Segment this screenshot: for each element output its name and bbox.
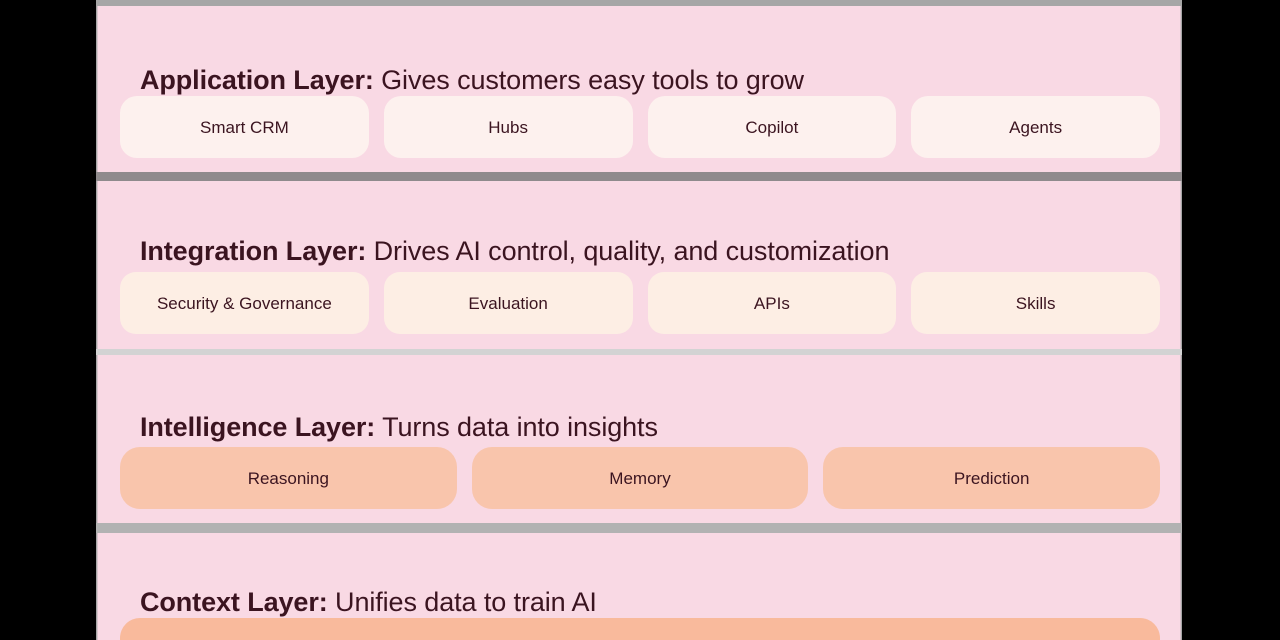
chip-memory[interactable]: Memory	[471, 447, 809, 509]
layer-title-application: Application Layer: Gives customers easy …	[140, 64, 804, 96]
chip-skills[interactable]: Skills	[911, 272, 1160, 334]
chip-label: Memory	[609, 468, 671, 488]
layer-description-application: Gives customers easy tools to grow	[373, 65, 804, 96]
layer-name-intelligence: Intelligence Layer:	[140, 412, 376, 443]
layer-panel-application: Application Layer: Gives customers easy …	[97, 6, 1181, 172]
chip-context-primary[interactable]	[120, 618, 1160, 640]
layer-title-context: Context Layer: Unifies data to train AI	[140, 586, 597, 618]
layer-title-integration: Integration Layer: Drives AI control, qu…	[140, 235, 889, 267]
chip-copilot[interactable]: Copilot	[647, 96, 897, 158]
layer-panel-integration: Integration Layer: Drives AI control, qu…	[97, 181, 1181, 349]
chip-agents[interactable]: Agents	[911, 96, 1160, 158]
chip-label: Agents	[1009, 117, 1063, 137]
chip-row-intelligence: Reasoning Memory Prediction	[120, 447, 1161, 509]
chip-label: Copilot	[745, 117, 799, 137]
chip-label: Prediction	[953, 468, 1030, 488]
layer-description-context: Unifies data to train AI	[327, 587, 597, 618]
slide-content-column: Application Layer: Gives customers easy …	[96, 0, 1182, 640]
chip-label: Evaluation	[468, 293, 548, 313]
chip-security-governance[interactable]: Security & Governance	[120, 272, 369, 334]
chip-row-integration: Security & Governance Evaluation APIs Sk…	[120, 272, 1160, 334]
layer-title-intelligence: Intelligence Layer: Turns data into insi…	[140, 411, 658, 443]
layer-panel-intelligence: Intelligence Layer: Turns data into insi…	[97, 355, 1181, 523]
chip-apis[interactable]: APIs	[647, 272, 897, 334]
chip-smart-crm[interactable]: Smart CRM	[120, 96, 369, 158]
layer-divider-1	[96, 172, 1182, 181]
chip-evaluation[interactable]: Evaluation	[383, 272, 633, 334]
chip-label: Hubs	[488, 117, 528, 137]
layer-divider-3	[96, 523, 1182, 533]
layer-description-intelligence: Turns data into insights	[375, 412, 658, 443]
layer-name-application: Application Layer:	[140, 65, 374, 96]
slide-stage: Application Layer: Gives customers easy …	[0, 0, 1280, 640]
layer-description-integration: Drives AI control, quality, and customiz…	[366, 236, 890, 267]
chip-row-context	[120, 618, 1160, 640]
chip-label: Security & Governance	[156, 293, 332, 313]
chip-label: Skills	[1015, 293, 1056, 313]
chip-row-application: Smart CRM Hubs Copilot Agents	[120, 96, 1160, 158]
layer-name-integration: Integration Layer:	[140, 236, 367, 267]
chip-hubs[interactable]: Hubs	[383, 96, 633, 158]
chip-prediction[interactable]: Prediction	[823, 447, 1161, 509]
layer-name-context: Context Layer:	[140, 587, 328, 618]
chip-label: APIs	[753, 293, 790, 313]
chip-label: Reasoning	[247, 468, 329, 488]
layer-panel-context: Context Layer: Unifies data to train AI	[97, 533, 1181, 640]
chip-label: Smart CRM	[199, 117, 289, 137]
chip-reasoning[interactable]: Reasoning	[120, 447, 457, 509]
